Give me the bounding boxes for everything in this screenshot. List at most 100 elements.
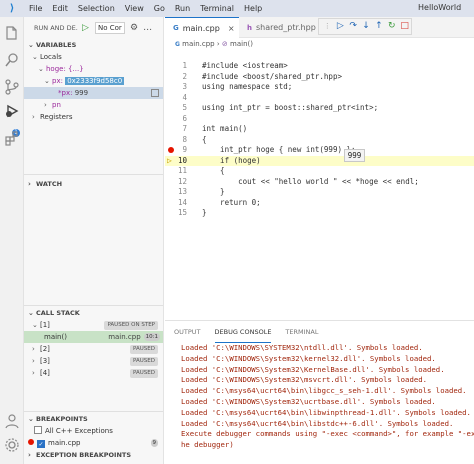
copy-value-icon[interactable]: [151, 89, 159, 97]
line-number: 5: [182, 103, 187, 112]
chevron-right-icon: ›: [32, 369, 35, 377]
variable-pn[interactable]: › pn: [24, 99, 163, 111]
call-stack-section-header[interactable]: ⌄ CALL STACK: [24, 307, 163, 319]
stack-frame-main[interactable]: main() main.cpp 10:1: [24, 331, 163, 343]
extensions-icon[interactable]: [4, 131, 20, 147]
thread-3[interactable]: › [3] PAUSED: [24, 355, 163, 367]
menu-selection[interactable]: Selection: [73, 0, 120, 17]
code-line[interactable]: 13 }: [165, 187, 474, 198]
code-line[interactable]: 15}: [165, 208, 474, 219]
exception-breakpoints-title: EXCEPTION BREAKPOINTS: [36, 451, 132, 459]
manage-gear-icon[interactable]: [4, 437, 20, 453]
console-line: Loaded 'C:\WINDOWS\System32\KernelBase.d…: [181, 364, 445, 374]
step-out-icon[interactable]: ↑: [372, 20, 385, 33]
continue-icon[interactable]: ▷: [334, 20, 347, 33]
run-debug-icon[interactable]: [4, 103, 20, 119]
thread-4[interactable]: › [4] PAUSED: [24, 367, 163, 379]
chevron-down-icon: ⌄: [44, 77, 50, 85]
drag-handle-icon[interactable]: ⋮: [321, 20, 334, 33]
close-icon[interactable]: ×: [228, 24, 235, 33]
code-line[interactable]: 2 #include <boost/shared_ptr.hpp>: [165, 72, 474, 83]
code-text: if (hoge): [202, 155, 261, 165]
code-line[interactable]: 14 return 0;: [165, 198, 474, 209]
search-icon[interactable]: [4, 52, 20, 68]
debug-console-output[interactable]: Loaded 'C:\WINDOWS\SYSTEM32\ntdll.dll'. …: [165, 343, 474, 451]
breadcrumb-symbol[interactable]: main(): [230, 40, 253, 48]
code-text: cout << "hello world " << *hoge << endl;: [202, 176, 419, 186]
code-line[interactable]: 5 using int_ptr = boost::shared_ptr<int>;: [165, 103, 474, 114]
hover-value-tooltip: 999: [344, 149, 365, 162]
restart-icon[interactable]: ↻: [385, 20, 398, 33]
cpp-file-icon: G: [175, 41, 180, 48]
chevron-right-icon: ›: [28, 451, 31, 459]
menu-file[interactable]: File: [24, 0, 47, 17]
thread-2[interactable]: › [2] PAUSED: [24, 343, 163, 355]
watch-section-header[interactable]: › WATCH: [24, 178, 163, 190]
launch-config-select[interactable]: No Cor: [95, 22, 125, 34]
console-line: Loaded 'C:\msys64\ucrt64\bin\libgcc_s_se…: [181, 386, 467, 396]
menu-go[interactable]: Go: [149, 0, 170, 17]
breakpoint-checkbox[interactable]: ✓: [37, 440, 45, 448]
deref-px-value: 999: [74, 89, 89, 97]
exception-breakpoints-section-header[interactable]: › EXCEPTION BREAKPOINTS: [24, 449, 163, 461]
menu-help[interactable]: Help: [239, 0, 267, 17]
explorer-icon[interactable]: [4, 25, 20, 41]
variable-hoge[interactable]: ⌄ hoge: {...}: [24, 63, 163, 75]
breakpoint-dot-icon: [28, 439, 34, 445]
console-line: he debugger): [181, 440, 234, 450]
tab-output[interactable]: OUTPUT: [174, 321, 201, 343]
tab-main-cpp[interactable]: G main.cpp ×: [165, 17, 239, 38]
code-line[interactable]: 3 using namespace std;: [165, 82, 474, 93]
chevron-down-icon: ⌄: [28, 41, 34, 49]
function-icon: ⊘: [221, 40, 228, 48]
code-line[interactable]: 6: [165, 114, 474, 125]
menu-run[interactable]: Run: [170, 0, 195, 17]
account-icon[interactable]: [4, 413, 20, 429]
tab-terminal[interactable]: TERMINAL: [285, 321, 318, 343]
breakpoint-all-exceptions[interactable]: All C++ Exceptions: [24, 425, 163, 437]
open-launch-json-icon[interactable]: ⚙: [130, 23, 138, 33]
menu-terminal[interactable]: Terminal: [195, 0, 239, 17]
source-control-icon[interactable]: [4, 79, 20, 95]
code-line[interactable]: 7 int main(): [165, 124, 474, 135]
code-line[interactable]: 4: [165, 93, 474, 104]
watch-title: WATCH: [36, 180, 63, 188]
console-line: Loaded 'C:\WINDOWS\System32\msvcrt.dll'.…: [181, 375, 428, 385]
code-line[interactable]: 12 cout << "hello world " << *hoge << en…: [165, 177, 474, 188]
code-line[interactable]: 1 #include <iostream>: [165, 61, 474, 72]
variable-px[interactable]: ⌄ px: 0x2333f9d58c0: [24, 75, 163, 87]
code-line[interactable]: 9 int_ptr hoge { new int(999) };: [165, 145, 474, 156]
code-line[interactable]: ▷ 10 if (hoge): [165, 155, 474, 166]
thread-1[interactable]: ⌄ [1] PAUSED ON STEP: [24, 319, 163, 331]
code-editor[interactable]: 1 #include <iostream> 2 #include <boost/sha…: [165, 51, 474, 320]
chevron-down-icon: ⌄: [32, 321, 38, 329]
px-name: px:: [52, 77, 63, 85]
code-line[interactable]: 11 {: [165, 166, 474, 177]
breakpoints-title: BREAKPOINTS: [36, 415, 88, 423]
code-text: return 0;: [202, 197, 261, 207]
menu-view[interactable]: View: [120, 0, 149, 17]
tab-debug-console[interactable]: DEBUG CONSOLE: [214, 321, 272, 343]
variables-section-header[interactable]: ⌄ VARIABLES: [24, 39, 163, 51]
tab-label: main.cpp: [182, 23, 220, 33]
thread-status-badge: PAUSED: [130, 368, 158, 378]
line-number: 9: [182, 145, 187, 154]
registers-scope[interactable]: › Registers: [24, 111, 163, 123]
step-into-icon[interactable]: ↓: [360, 20, 373, 33]
stop-icon[interactable]: □: [398, 20, 411, 33]
all-exceptions-checkbox[interactable]: [34, 426, 42, 434]
breadcrumb-file[interactable]: main.cpp: [182, 40, 214, 48]
pn-label: pn: [52, 101, 61, 109]
locals-scope[interactable]: ⌄ Locals: [24, 51, 163, 63]
breakpoint-main-cpp[interactable]: ✓ main.cpp 9: [24, 437, 163, 449]
menu-edit[interactable]: Edit: [47, 0, 73, 17]
step-over-icon[interactable]: ↷: [347, 20, 360, 33]
console-line: Execute debugger commands using "-exec <…: [181, 429, 474, 439]
variable-deref-px[interactable]: *px: 999: [24, 87, 163, 99]
tab-shared-ptr-hpp[interactable]: h shared_ptr.hpp: [239, 17, 319, 38]
line-number: 13: [177, 187, 187, 196]
breakpoints-section-header[interactable]: ⌄ BREAKPOINTS: [24, 413, 163, 425]
code-line[interactable]: 8{: [165, 135, 474, 146]
more-actions-icon[interactable]: …: [143, 23, 152, 33]
start-debugging-icon[interactable]: ▷: [82, 23, 92, 33]
